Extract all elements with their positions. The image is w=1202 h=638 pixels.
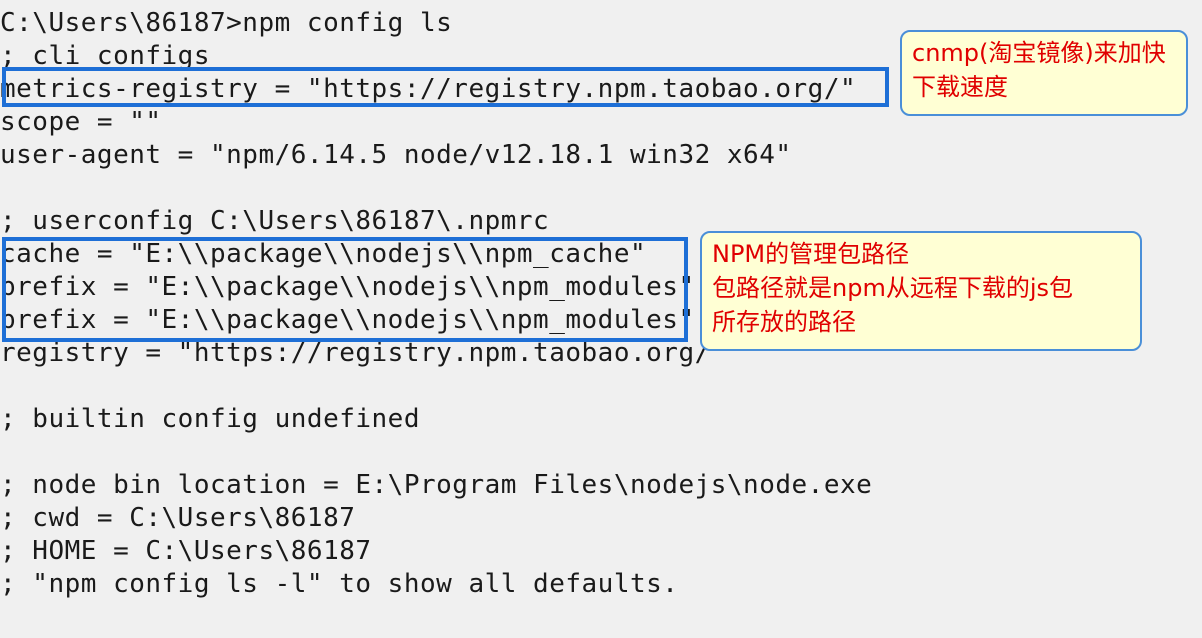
callout-package-path-line2: 包路径就是npm从远程下载的js包: [712, 274, 1073, 302]
highlight-box-userconfig: [2, 237, 688, 342]
terminal-window: C:\Users\86187>npm config ls ; cli confi…: [0, 0, 1202, 638]
terminal-line: ; node bin location = E:\Program Files\n…: [0, 470, 873, 500]
callout-package-path-line3: 所存放的路径: [712, 308, 856, 336]
terminal-line: ; userconfig C:\Users\86187\.npmrc: [0, 206, 550, 236]
terminal-line: ; cwd = C:\Users\86187: [0, 503, 356, 533]
callout-mirror-line2: 下载速度: [912, 73, 1008, 101]
terminal-line: user-agent = "npm/6.14.5 node/v12.18.1 w…: [0, 140, 792, 170]
callout-mirror-line1: cnmp(淘宝镜像)来加快: [912, 39, 1166, 67]
callout-package-path-line1: NPM的管理包路径: [712, 240, 910, 268]
callout-package-path: NPM的管理包路径 包路径就是npm从远程下载的js包 所存放的路径: [700, 231, 1142, 351]
terminal-line-command: C:\Users\86187>npm config ls: [0, 8, 453, 38]
callout-mirror: cnmp(淘宝镜像)来加快 下载速度: [900, 30, 1188, 116]
terminal-line: ; HOME = C:\Users\86187: [0, 536, 372, 566]
highlight-box-registry: [2, 67, 889, 107]
terminal-line: ; "npm config ls -l" to show all default…: [0, 569, 679, 599]
terminal-line: scope = "": [0, 107, 162, 137]
terminal-line: ; builtin config undefined: [0, 404, 420, 434]
